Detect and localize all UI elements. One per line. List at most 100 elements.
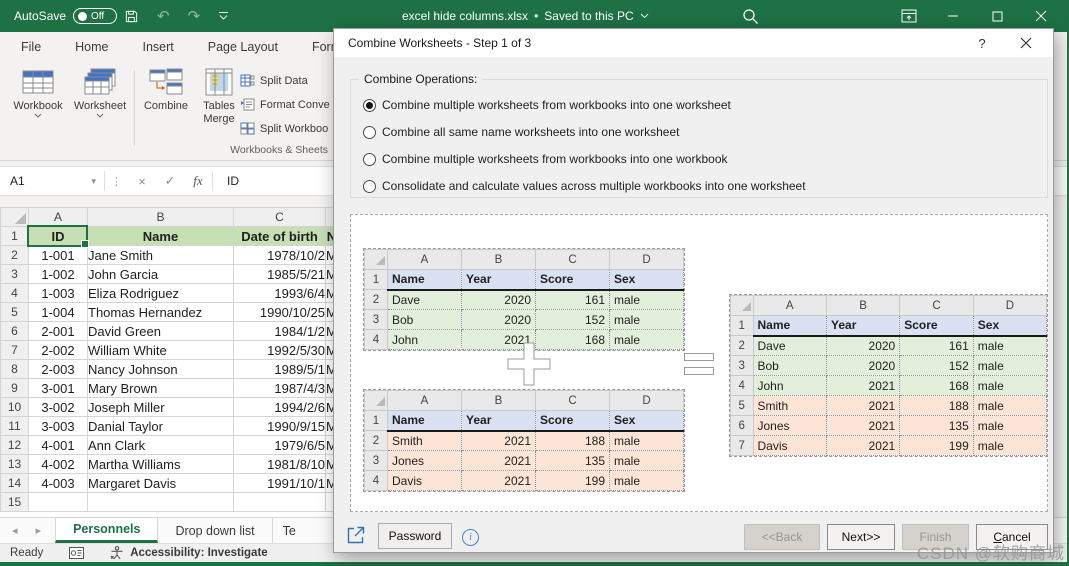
name-box[interactable]: A1 ▾ bbox=[0, 167, 104, 195]
cell[interactable]: William White bbox=[88, 341, 234, 360]
accessibility-checker[interactable]: Accessibility: Investigate bbox=[110, 546, 267, 560]
row-header-14[interactable]: 14 bbox=[1, 474, 29, 493]
saved-status[interactable]: Saved to this PC bbox=[544, 9, 633, 23]
cell[interactable]: Jane Smith bbox=[88, 246, 234, 265]
autosave-toggle[interactable]: AutoSave Off bbox=[14, 0, 117, 32]
next-button[interactable]: Next>> bbox=[827, 524, 895, 550]
cell[interactable]: 1-002 bbox=[29, 265, 88, 284]
prev-sheet-icon[interactable]: ◂ bbox=[12, 524, 18, 537]
row-header-1[interactable]: 1 bbox=[1, 227, 29, 246]
cell[interactable]: 1-004 bbox=[29, 303, 88, 322]
search-icon[interactable] bbox=[742, 8, 759, 25]
row-header-10[interactable]: 10 bbox=[1, 398, 29, 417]
sheet-tab-personnels[interactable]: Personnels bbox=[55, 518, 158, 543]
cell[interactable] bbox=[29, 493, 88, 512]
cell[interactable]: 4-001 bbox=[29, 436, 88, 455]
dialog-titlebar[interactable]: Combine Worksheets - Step 1 of 3 ? bbox=[334, 29, 1053, 57]
cell[interactable]: Ann Clark bbox=[88, 436, 234, 455]
insert-function-icon[interactable]: fx bbox=[184, 173, 212, 189]
cell[interactable]: 1989/5/1 bbox=[234, 360, 326, 379]
cell[interactable]: 4-003 bbox=[29, 474, 88, 493]
cell[interactable]: Eliza Rodriguez bbox=[88, 284, 234, 303]
redo-icon[interactable]: ↷ bbox=[188, 7, 201, 25]
formula-content[interactable]: ID bbox=[213, 174, 239, 188]
cell[interactable]: 1985/5/21 bbox=[234, 265, 326, 284]
row-header-2[interactable]: 2 bbox=[1, 246, 29, 265]
macro-record-icon[interactable] bbox=[69, 547, 84, 559]
cell[interactable]: David Green bbox=[88, 322, 234, 341]
ribbon-tab-insert[interactable]: Insert bbox=[126, 32, 191, 62]
cell[interactable]: 2-003 bbox=[29, 360, 88, 379]
row-header-13[interactable]: 13 bbox=[1, 455, 29, 474]
radio-selected-icon[interactable] bbox=[363, 99, 376, 112]
row-header-4[interactable]: 4 bbox=[1, 284, 29, 303]
cell[interactable] bbox=[88, 493, 234, 512]
ribbon-tab-file[interactable]: File bbox=[4, 32, 58, 62]
ribbon-tab-home[interactable]: Home bbox=[58, 32, 125, 62]
ribbon-tab-page-layout[interactable]: Page Layout bbox=[191, 32, 295, 62]
cancel-entry-icon[interactable]: × bbox=[128, 174, 156, 189]
cell[interactable]: 3-002 bbox=[29, 398, 88, 417]
row-header-5[interactable]: 5 bbox=[1, 303, 29, 322]
row-header-6[interactable]: 6 bbox=[1, 322, 29, 341]
radio-option-2[interactable]: Combine all same name worksheets into on… bbox=[363, 123, 806, 141]
header-cell[interactable]: ID bbox=[29, 227, 88, 246]
cell[interactable]: 1984/1/2 bbox=[234, 322, 326, 341]
confirm-entry-icon[interactable]: ✓ bbox=[156, 173, 184, 189]
cell[interactable]: Margaret Davis bbox=[88, 474, 234, 493]
radio-option-1[interactable]: Combine multiple worksheets from workboo… bbox=[363, 96, 806, 114]
split-data-button[interactable]: Split Data bbox=[240, 72, 330, 89]
cell[interactable]: 3-001 bbox=[29, 379, 88, 398]
sheet-tab-clipped[interactable]: Te bbox=[273, 518, 298, 543]
tables-merge-button[interactable]: Tables Merge bbox=[196, 68, 242, 126]
undo-icon[interactable]: ↶ bbox=[157, 7, 170, 25]
cell[interactable]: 2-002 bbox=[29, 341, 88, 360]
password-button[interactable]: Password bbox=[378, 523, 452, 549]
column-header-a[interactable]: A bbox=[29, 208, 88, 227]
info-icon[interactable]: i bbox=[462, 529, 479, 546]
cell[interactable]: 1990/9/15 bbox=[234, 417, 326, 436]
split-workbook-button[interactable]: Split Workboo bbox=[240, 120, 330, 137]
format-converter-button[interactable]: Format Conve bbox=[240, 96, 330, 113]
next-sheet-icon[interactable]: ▸ bbox=[36, 524, 42, 537]
namebox-dropdown-icon[interactable]: ▾ bbox=[91, 176, 96, 187]
cell[interactable]: Joseph Miller bbox=[88, 398, 234, 417]
cell[interactable]: 1990/10/25 bbox=[234, 303, 326, 322]
cell[interactable]: 1993/6/4 bbox=[234, 284, 326, 303]
cell[interactable]: John Garcia bbox=[88, 265, 234, 284]
combine-button[interactable]: Combine bbox=[139, 68, 193, 113]
column-header-c[interactable]: C bbox=[234, 208, 326, 227]
cell[interactable]: 1987/4/3 bbox=[234, 379, 326, 398]
share-icon[interactable] bbox=[346, 525, 366, 545]
cell[interactable]: Danial Taylor bbox=[88, 417, 234, 436]
cell[interactable]: 1979/6/5 bbox=[234, 436, 326, 455]
cell[interactable]: 1992/5/30 bbox=[234, 341, 326, 360]
row-header-3[interactable]: 3 bbox=[1, 265, 29, 284]
cell[interactable]: 1-001 bbox=[29, 246, 88, 265]
save-icon[interactable] bbox=[124, 9, 139, 24]
cell[interactable]: 1981/8/10 bbox=[234, 455, 326, 474]
radio-icon[interactable] bbox=[363, 180, 376, 193]
cell[interactable]: 1-003 bbox=[29, 284, 88, 303]
cell[interactable]: 2-001 bbox=[29, 322, 88, 341]
radio-option-3[interactable]: Combine multiple worksheets from workboo… bbox=[363, 150, 806, 168]
cell[interactable]: Thomas Hernandez bbox=[88, 303, 234, 322]
workbook-button[interactable]: Workbook bbox=[8, 68, 68, 126]
cell[interactable]: 3-003 bbox=[29, 417, 88, 436]
row-header-9[interactable]: 9 bbox=[1, 379, 29, 398]
row-header-15[interactable]: 15 bbox=[1, 493, 29, 512]
customize-qat-icon[interactable] bbox=[218, 11, 229, 21]
cell[interactable]: 4-002 bbox=[29, 455, 88, 474]
radio-icon[interactable] bbox=[363, 126, 376, 139]
sheet-tab-drop-down-list[interactable]: Drop down list bbox=[158, 518, 272, 543]
cell[interactable]: 1994/2/6 bbox=[234, 398, 326, 417]
cell[interactable] bbox=[234, 493, 326, 512]
radio-option-4[interactable]: Consolidate and calculate values across … bbox=[363, 177, 806, 195]
dialog-help-button[interactable]: ? bbox=[967, 29, 997, 57]
cell[interactable]: Martha Williams bbox=[88, 455, 234, 474]
dialog-close-icon[interactable] bbox=[1009, 29, 1043, 57]
header-cell[interactable]: Date of birth bbox=[234, 227, 326, 246]
row-header-7[interactable]: 7 bbox=[1, 341, 29, 360]
cell[interactable]: Mary Brown bbox=[88, 379, 234, 398]
row-header-8[interactable]: 8 bbox=[1, 360, 29, 379]
